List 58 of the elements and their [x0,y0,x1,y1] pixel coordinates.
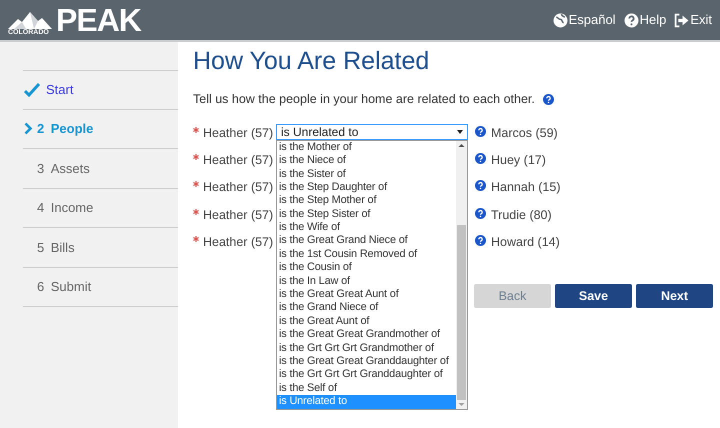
help-icon[interactable] [475,208,486,219]
scroll-thumb[interactable] [457,224,466,400]
help-icon[interactable] [542,94,554,106]
relation-select[interactable]: is Unrelated to [276,124,468,140]
dropdown-option[interactable]: is the Self of [277,382,456,396]
exit-icon [674,12,690,28]
dropdown-option[interactable]: is the In Law of [277,274,456,288]
logo-text: PEAK [56,4,141,36]
scrollbar[interactable] [456,140,467,409]
person-label: Heather (57) [193,151,276,170]
dropdown-option[interactable]: is the Grt Grt Grt Granddaughter of [277,368,456,382]
dropdown-option[interactable]: is the Step Mother of [277,194,456,208]
dropdown-option[interactable]: is the Great Great Granddaughter of [277,355,456,368]
dropdown-option[interactable]: is the Niece of [277,154,456,168]
dropdown-option[interactable]: is the Step Daughter of [277,180,456,194]
dropdown-option[interactable]: is the Great Grand Niece of [277,234,456,248]
dropdown-option[interactable]: is the Sister of [277,168,456,181]
related-person-name: Marcos (59) [491,124,558,142]
caret-icon [457,130,463,134]
header-link[interactable]: Help [624,10,666,30]
header-link[interactable]: Español [552,10,616,30]
page-title: How You Are Related [193,46,430,76]
related-person-name: Howard (14) [491,234,560,251]
dropdown-option[interactable]: is the Grand Niece of [277,301,456,315]
chevron-icon [24,122,33,136]
sidebar-step[interactable]: 3 Assets [23,149,178,188]
dropdown-option[interactable]: is the Cousin of [277,261,456,275]
help-icon[interactable] [475,234,486,246]
help-icon[interactable] [475,180,486,192]
globe-icon [552,12,568,28]
help-icon [624,12,639,28]
dropdown-option[interactable]: is the Great Great Aunt of [277,288,456,302]
related-person-name: Huey (17) [491,152,546,170]
check-icon [24,82,40,97]
form-button[interactable]: Save [555,284,632,308]
dropdown-option[interactable]: is the 1st Cousin Removed of [277,248,456,262]
person-label: Heather (57) [193,178,276,198]
dropdown-option[interactable]: is the Step Sister of [277,208,456,222]
sidebar-step[interactable]: 5 Bills [23,228,178,268]
header-link[interactable]: Exit [674,10,712,30]
sidebar-step[interactable]: 6 Submit [23,268,178,307]
dropdown-option[interactable]: is the Great Aunt of [277,314,456,328]
person-label: Heather (57) [193,206,276,224]
intro-text: Tell us how the people in your home are related to each other. [193,91,535,108]
form-button[interactable]: Next [636,284,713,308]
help-icon[interactable] [475,153,486,164]
dropdown-option[interactable]: is the Grt Grt Grt Grandmother of [277,342,456,355]
person-label: Heather (57) [193,232,276,252]
related-person-name: Trudie (80) [491,206,552,224]
dropdown-option[interactable]: is the Mother of [277,140,456,154]
dropdown-option[interactable]: is the Great Great Grandmother of [277,328,456,342]
mountain-icon [8,11,52,29]
dropdown-option[interactable]: is the Wife of [277,221,456,234]
person-label: Heather (57) [193,124,276,142]
help-icon[interactable] [475,126,486,137]
sidebar-step[interactable]: 4 Income [23,188,178,228]
sidebar-step[interactable]: Start [23,70,178,110]
related-person-name: Hannah (15) [491,179,560,196]
